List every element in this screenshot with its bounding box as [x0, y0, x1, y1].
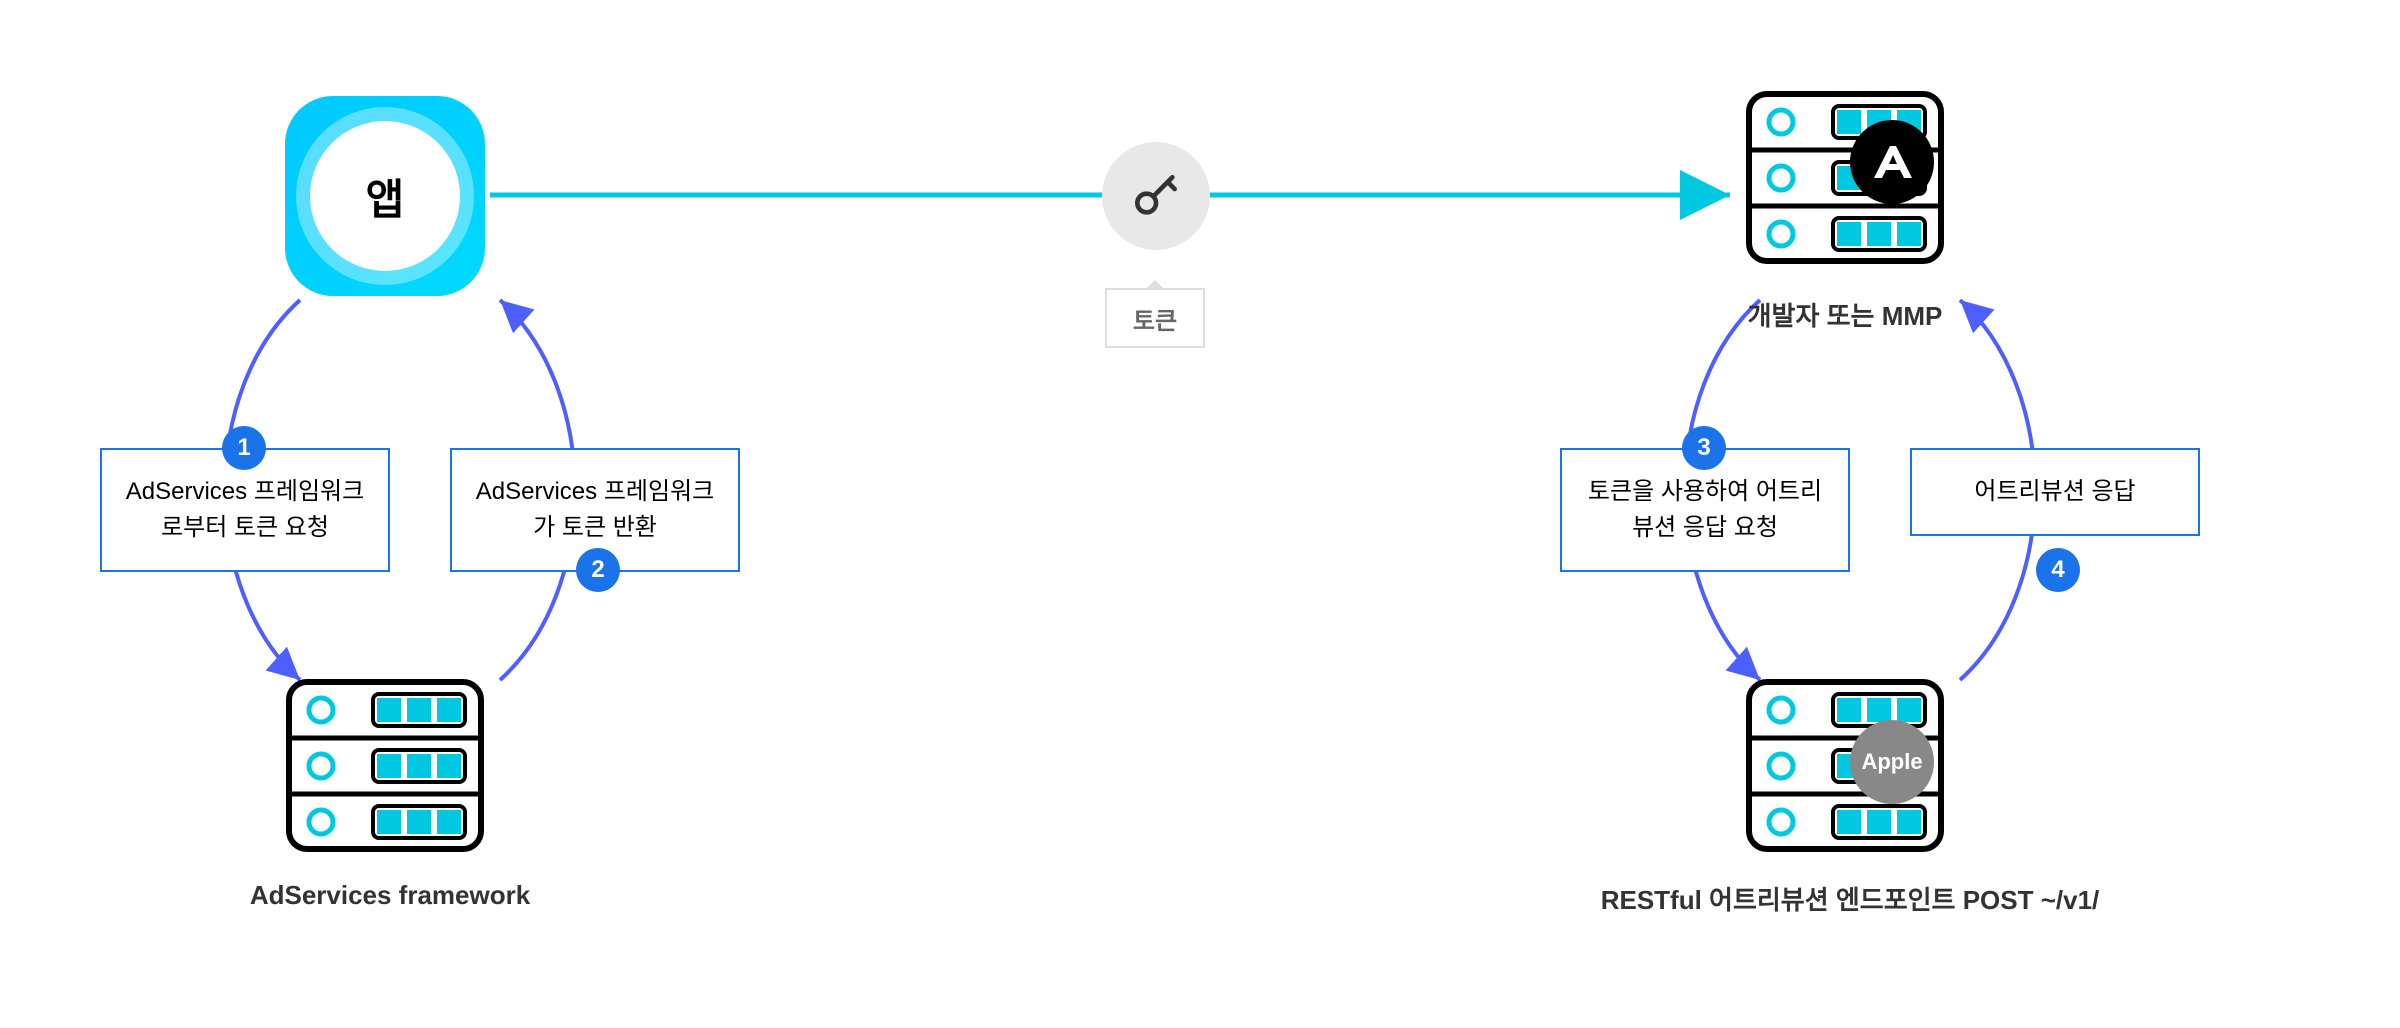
attribution-flow-diagram: 앱 토큰 — [0, 0, 2400, 1028]
token-label: 토큰 — [1105, 288, 1205, 348]
server-adservices-icon — [285, 678, 485, 853]
step-4-box: 어트리뷰션 응답 — [1910, 448, 2200, 536]
apple-logo-badge: Apple — [1850, 720, 1934, 804]
step-1-badge: 1 — [222, 426, 266, 470]
step-2-badge: 2 — [576, 548, 620, 592]
developer-mmp-label: 개발자 또는 MMP — [1745, 296, 1945, 333]
adservices-framework-label: AdServices framework — [220, 880, 560, 911]
step-4-badge: 4 — [2036, 548, 2080, 592]
app-icon: 앱 — [285, 96, 485, 296]
restful-endpoint-label: RESTful 어트리뷰션 엔드포인트 POST ~/v1/ — [1580, 880, 2120, 917]
step-3-badge: 3 — [1682, 426, 1726, 470]
key-icon — [1102, 142, 1210, 250]
adjust-logo-badge — [1850, 120, 1934, 204]
app-label: 앱 — [310, 121, 460, 271]
